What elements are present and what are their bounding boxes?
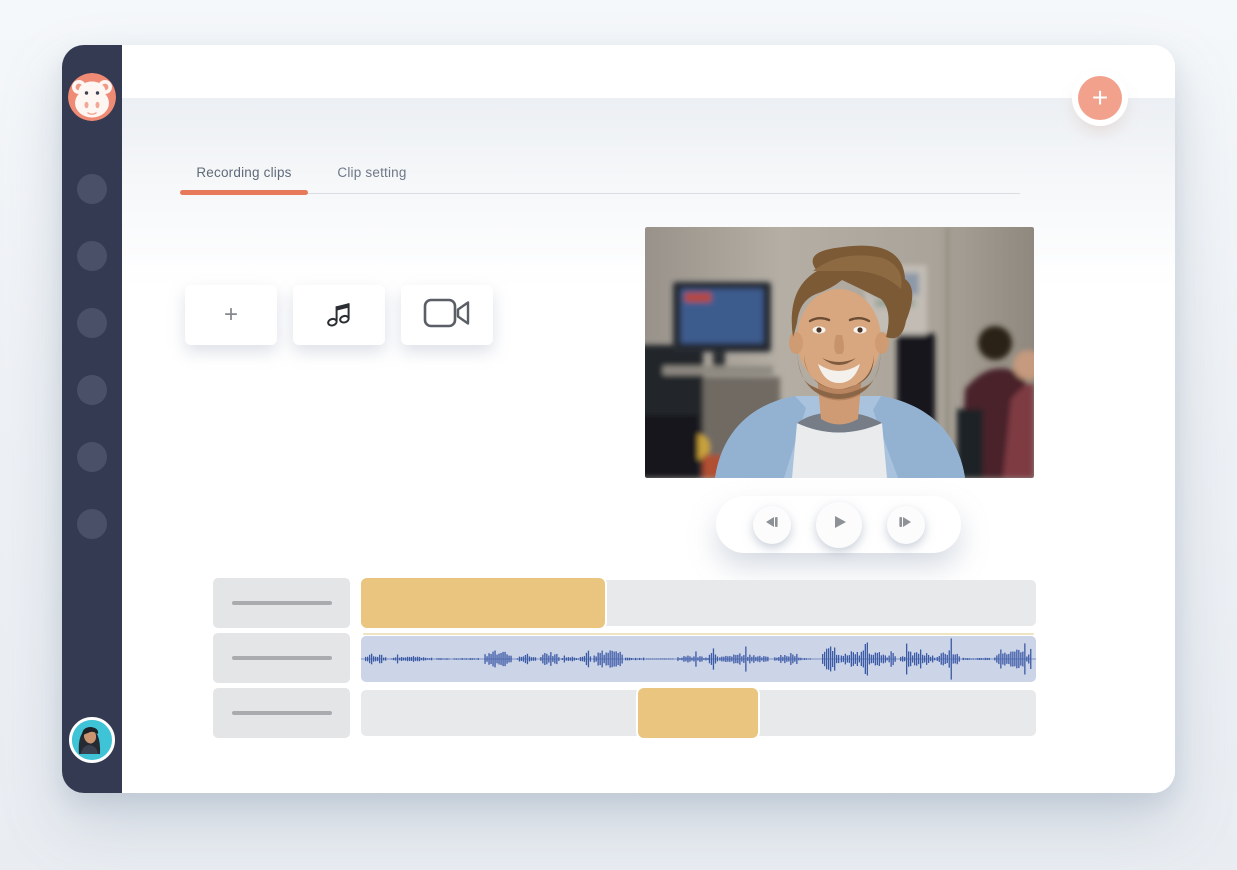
waveform-icon xyxy=(361,636,1036,682)
timeline-row-overlay xyxy=(213,688,1036,738)
add-fab-button[interactable]: + xyxy=(1078,76,1122,120)
track-handle[interactable] xyxy=(213,688,350,738)
music-note-icon xyxy=(326,299,352,332)
track-handle[interactable] xyxy=(213,578,350,628)
main-panel: + Recording clips Clip setting + xyxy=(122,45,1175,793)
content-area: Recording clips Clip setting + xyxy=(122,98,1175,793)
tab-bar: Recording clips Clip setting xyxy=(180,165,436,180)
waveform-top-highlight xyxy=(363,633,1034,635)
audio-waveform-clip[interactable] xyxy=(361,636,1036,682)
add-video-button[interactable] xyxy=(401,285,493,345)
sidebar-nav xyxy=(77,174,107,539)
plus-icon: + xyxy=(1092,84,1108,112)
sidebar-item-2[interactable] xyxy=(77,241,107,271)
step-backward-button[interactable] xyxy=(753,506,791,544)
track-handle-line xyxy=(232,601,332,605)
step-forward-button[interactable] xyxy=(887,506,925,544)
add-clip-button[interactable]: + xyxy=(185,285,277,345)
app-window: + Recording clips Clip setting + xyxy=(62,45,1175,793)
timeline-clip[interactable] xyxy=(638,688,758,738)
add-music-button[interactable] xyxy=(293,285,385,345)
playback-controls xyxy=(716,496,961,553)
timeline-row-video xyxy=(213,578,1036,628)
sidebar-item-1[interactable] xyxy=(77,174,107,204)
step-forward-icon xyxy=(898,515,913,534)
track-handle-line xyxy=(232,656,332,660)
sidebar-item-3[interactable] xyxy=(77,308,107,338)
video-preview xyxy=(645,227,1034,478)
tab-clip-setting[interactable]: Clip setting xyxy=(308,165,436,180)
hippo-mascot-logo-icon[interactable] xyxy=(68,73,116,121)
timeline-row-audio xyxy=(213,633,1036,683)
track-handle[interactable] xyxy=(213,633,350,683)
audio-track[interactable] xyxy=(361,633,1036,683)
clip-toolbar: + xyxy=(185,285,493,345)
tab-recording-clips[interactable]: Recording clips xyxy=(180,165,308,180)
video-track[interactable] xyxy=(361,578,1036,628)
track-handle-line xyxy=(232,711,332,715)
timeline xyxy=(213,578,1036,743)
active-tab-underline xyxy=(180,190,308,195)
sidebar-item-5[interactable] xyxy=(77,442,107,472)
sidebar-item-6[interactable] xyxy=(77,509,107,539)
overlay-track[interactable] xyxy=(361,688,1036,738)
sidebar-item-4[interactable] xyxy=(77,375,107,405)
play-button[interactable] xyxy=(816,502,862,548)
play-icon xyxy=(830,513,848,536)
top-bar xyxy=(122,45,1175,98)
timeline-clip[interactable] xyxy=(361,578,605,628)
plus-icon: + xyxy=(224,303,238,327)
user-avatar[interactable] xyxy=(69,717,115,763)
video-camera-icon xyxy=(423,296,471,335)
step-backward-icon xyxy=(764,515,779,534)
sidebar xyxy=(62,45,122,793)
video-preview-image xyxy=(645,227,1034,478)
